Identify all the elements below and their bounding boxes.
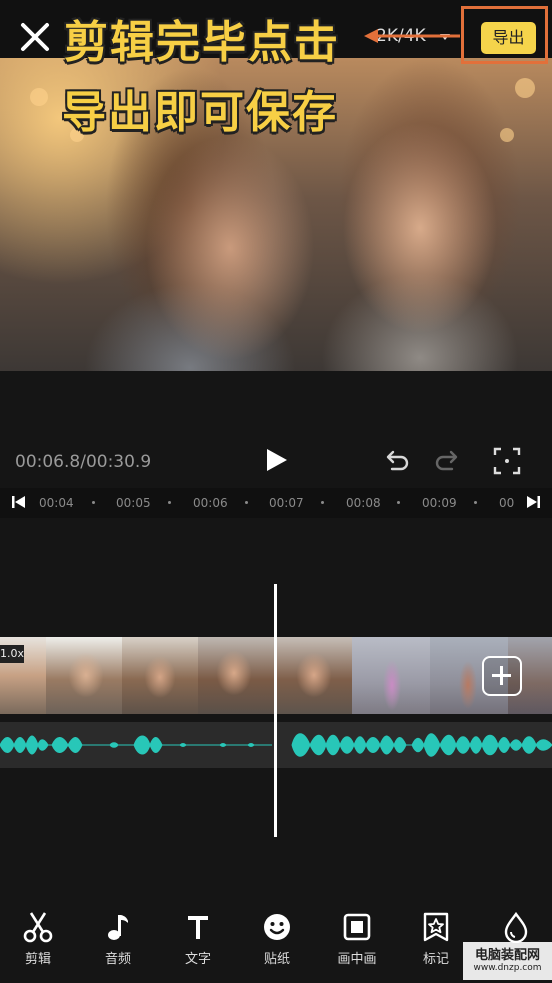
timeline-ruler[interactable]: 00:04 00:05 00:06 00:07 00:08 00:09 00 bbox=[0, 488, 552, 518]
ruler-dot bbox=[321, 501, 324, 504]
ruler-dot bbox=[92, 501, 95, 504]
fullscreen-icon[interactable] bbox=[492, 446, 522, 476]
redo-icon[interactable] bbox=[432, 446, 460, 474]
sticker-icon bbox=[264, 914, 290, 940]
add-clip-button[interactable] bbox=[482, 656, 522, 696]
tool-edit[interactable]: 剪辑 bbox=[3, 905, 73, 967]
clip-thumbnail bbox=[352, 637, 430, 714]
ruler-tick: 00:09 bbox=[422, 496, 457, 510]
close-icon[interactable] bbox=[18, 20, 52, 54]
drop-icon bbox=[504, 911, 528, 943]
tool-marker[interactable]: 标记 bbox=[401, 905, 471, 967]
tool-sticker[interactable]: 贴纸 bbox=[242, 905, 312, 967]
ruler-dot bbox=[397, 501, 400, 504]
tool-label: 贴纸 bbox=[263, 952, 290, 967]
tool-label: 标记 bbox=[422, 952, 449, 967]
picture-in-picture-icon bbox=[343, 913, 371, 941]
bokeh-light bbox=[500, 128, 514, 142]
ruler-dot bbox=[245, 501, 248, 504]
ruler-tick: 00:07 bbox=[269, 496, 304, 510]
ruler-tick: 00:05 bbox=[116, 496, 151, 510]
tool-label: 剪辑 bbox=[24, 952, 51, 967]
bokeh-light bbox=[30, 88, 48, 106]
bokeh-light bbox=[515, 78, 535, 98]
bookmark-star-icon bbox=[423, 912, 449, 942]
caption-line-2: 导出即可保存 bbox=[62, 87, 338, 138]
clip-thumbnail bbox=[274, 637, 352, 714]
ruler-dot bbox=[168, 501, 171, 504]
ruler-tick: 00:06 bbox=[193, 496, 228, 510]
tool-pip[interactable]: 画中画 bbox=[322, 905, 392, 967]
site-watermark: 电脑装配网 www.dnzp.com bbox=[463, 942, 552, 980]
playhead[interactable] bbox=[274, 584, 277, 837]
tool-label: 音频 bbox=[104, 952, 131, 967]
undo-icon[interactable] bbox=[384, 446, 412, 474]
ruler-tick: 00:08 bbox=[346, 496, 381, 510]
tool-label: 画中画 bbox=[337, 952, 377, 967]
tool-audio[interactable]: 音频 bbox=[83, 905, 153, 967]
clip-thumbnail bbox=[46, 637, 122, 714]
timecode: 00:06.8/00:30.9 bbox=[15, 452, 152, 472]
play-icon[interactable] bbox=[267, 449, 287, 471]
ruler-dot bbox=[474, 501, 477, 504]
ruler-tick: 00 bbox=[499, 496, 515, 510]
scissors-icon bbox=[23, 912, 53, 943]
skip-to-end-icon[interactable] bbox=[526, 496, 540, 508]
export-button[interactable]: 导出 bbox=[481, 22, 536, 54]
text-icon bbox=[188, 916, 208, 939]
caption-line-1: 剪辑完毕点击 bbox=[64, 17, 340, 68]
tool-text[interactable]: 文字 bbox=[163, 905, 233, 967]
skip-to-start-icon[interactable] bbox=[12, 496, 26, 508]
watermark-title: 电脑装配网 bbox=[474, 948, 540, 963]
tool-label: 文字 bbox=[184, 952, 211, 967]
ruler-tick: 00:04 bbox=[39, 496, 74, 510]
arrow-icon bbox=[364, 29, 460, 43]
watermark-url: www.dnzp.com bbox=[473, 963, 542, 973]
clip-thumbnail bbox=[122, 637, 198, 714]
speed-badge: 1.0x bbox=[0, 645, 24, 663]
clip-thumbnail bbox=[198, 637, 274, 714]
music-note-icon bbox=[108, 915, 128, 940]
